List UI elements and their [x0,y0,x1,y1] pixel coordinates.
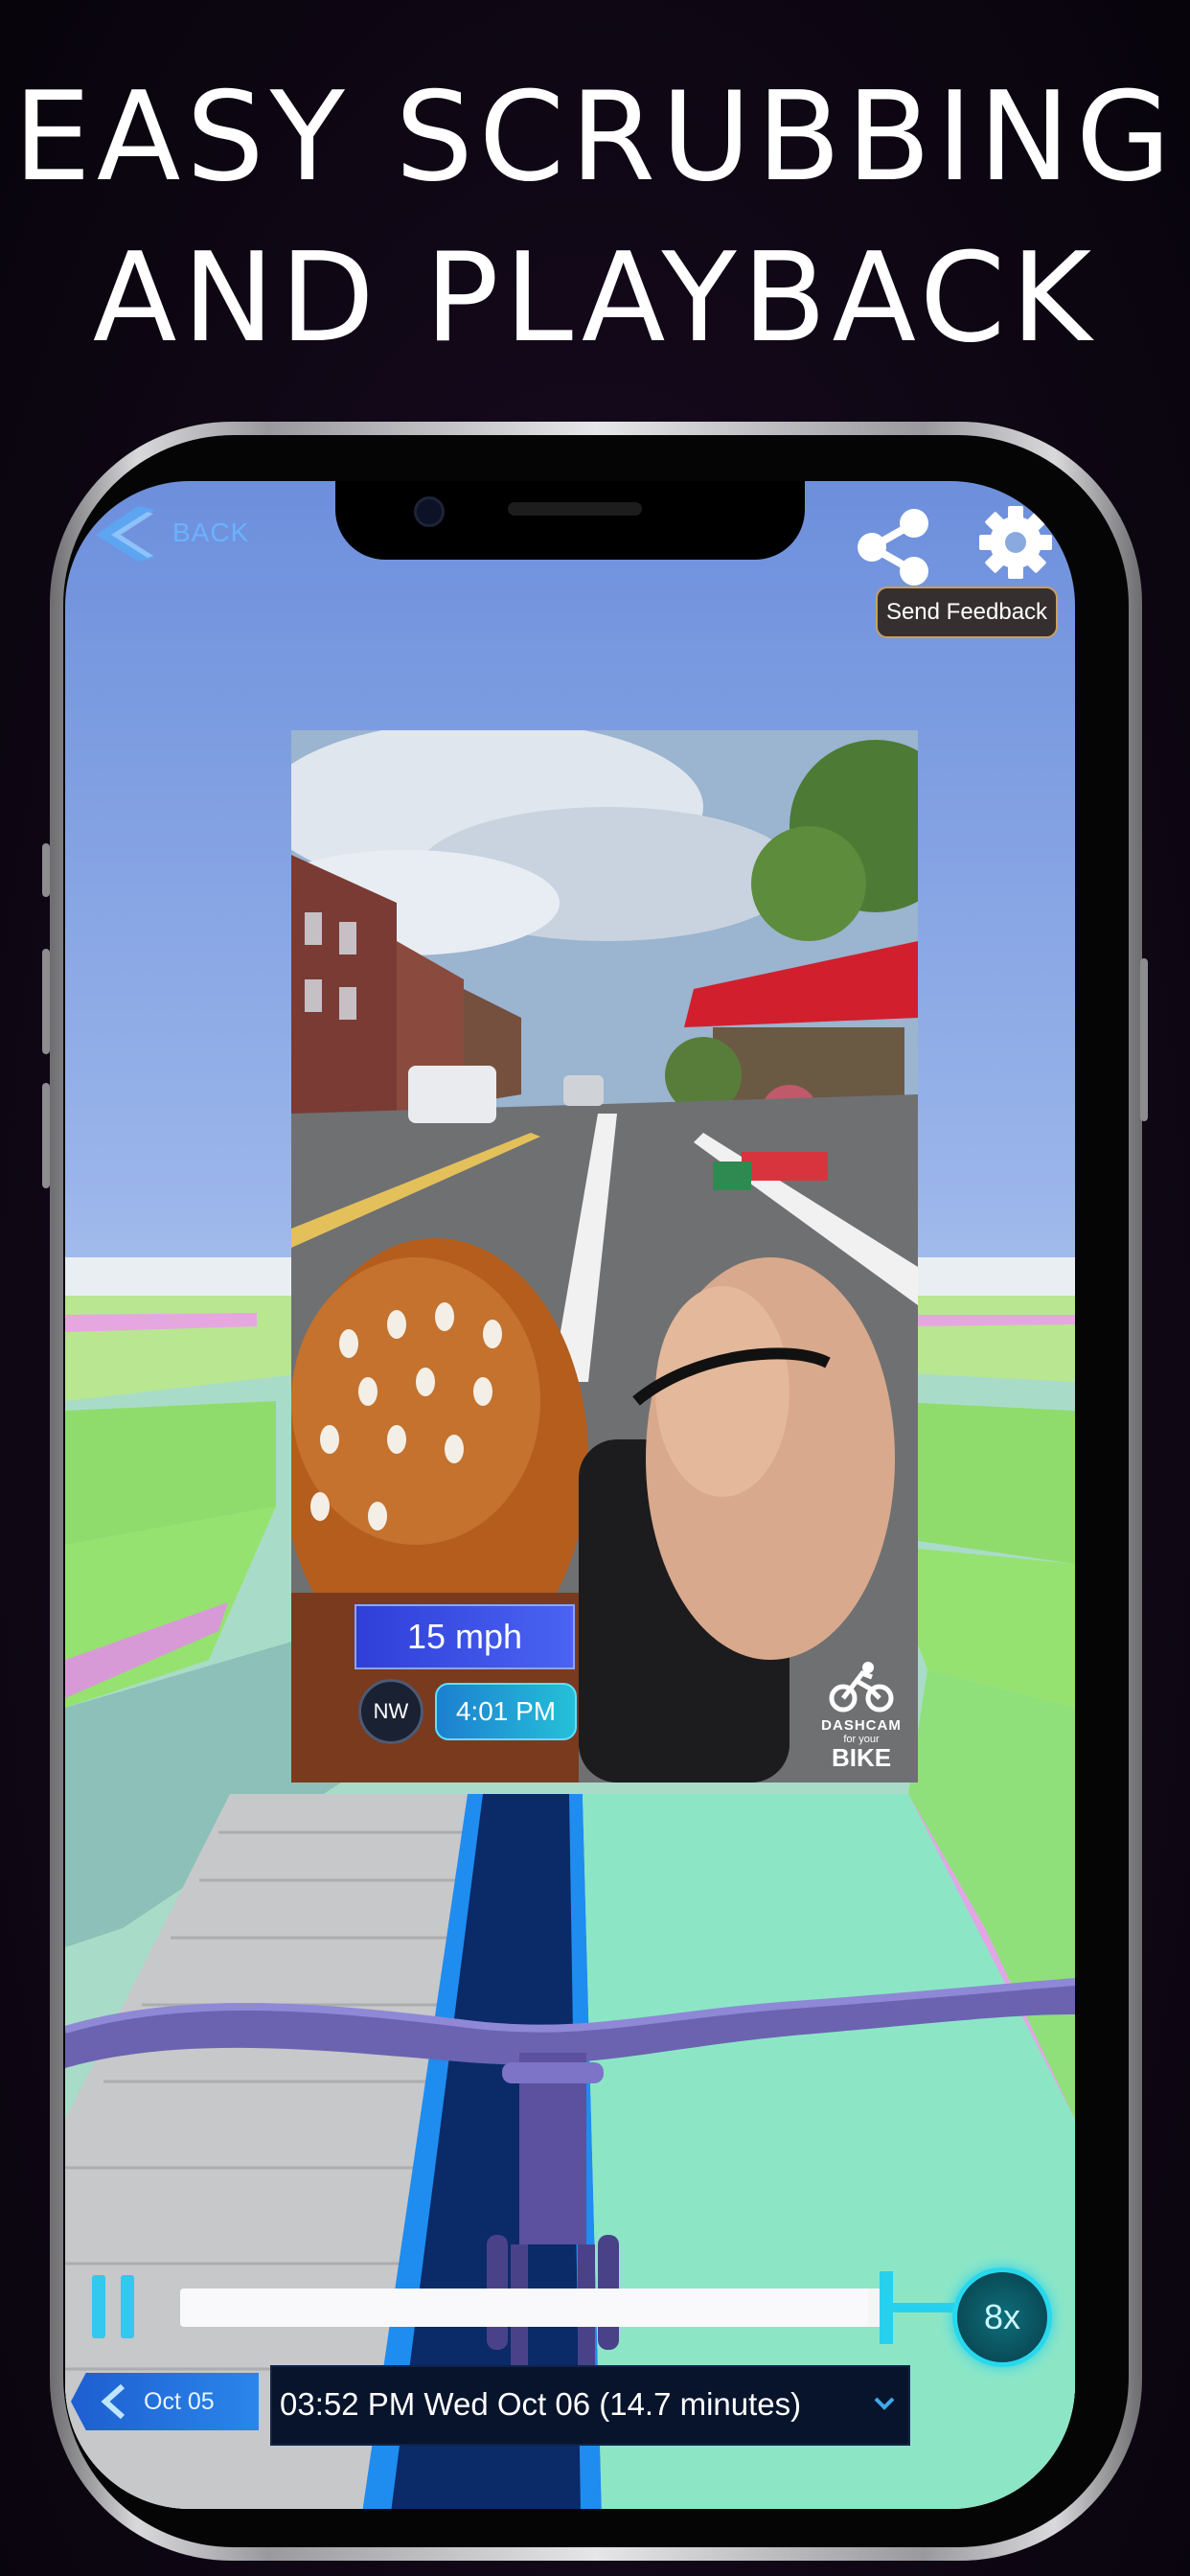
headline-line-2: AND PLAYBACK [92,227,1098,370]
previous-date-button[interactable]: Oct 05 [71,2373,259,2430]
scrub-track[interactable] [180,2288,889,2327]
back-button[interactable]: BACK [84,500,286,567]
app-screen: BACK Send Feedback 15 mph NW 4:01 PM DAS… [65,481,1075,2509]
time-badge: 4:01 PM [435,1683,577,1740]
send-feedback-button[interactable]: Send Feedback [876,586,1058,638]
scrub-progress [180,2288,868,2327]
back-label: BACK [172,518,250,547]
gear-icon[interactable] [975,502,1056,583]
recording-label: 03:52 PM Wed Oct 06 (14.7 minutes) [280,2386,802,2422]
app-logo: DASHCAM for your BIKE [809,1660,914,1775]
playback-speed-button[interactable]: 8x [952,2267,1052,2367]
logo-line-1: DASHCAM [821,1717,902,1734]
phone-mute-switch [42,843,50,897]
video-player[interactable]: 15 mph NW 4:01 PM DASHCAM for your BIKE [291,730,918,1782]
speed-badge: 15 mph [355,1604,575,1669]
phone-volume-up [42,949,50,1054]
phone-power-button [1140,958,1148,1121]
earpiece-speaker [508,502,642,516]
chevron-left-icon [96,506,155,562]
recording-select[interactable]: 03:52 PM Wed Oct 06 (14.7 minutes) [270,2365,910,2446]
bicycle-icon [829,1662,894,1713]
chevron-left-icon [101,2383,125,2420]
front-camera [414,496,445,527]
compass-heading: NW [358,1679,423,1744]
phone-notch [335,481,805,560]
headline-line-1: EASY SCRUBBING [12,66,1178,209]
phone-volume-down [42,1083,50,1188]
pause-button[interactable] [88,2275,146,2342]
chevron-down-icon [874,2397,895,2410]
previous-date-label: Oct 05 [144,2388,215,2415]
logo-line-3: BIKE [831,1743,892,1772]
share-icon[interactable] [853,506,935,588]
